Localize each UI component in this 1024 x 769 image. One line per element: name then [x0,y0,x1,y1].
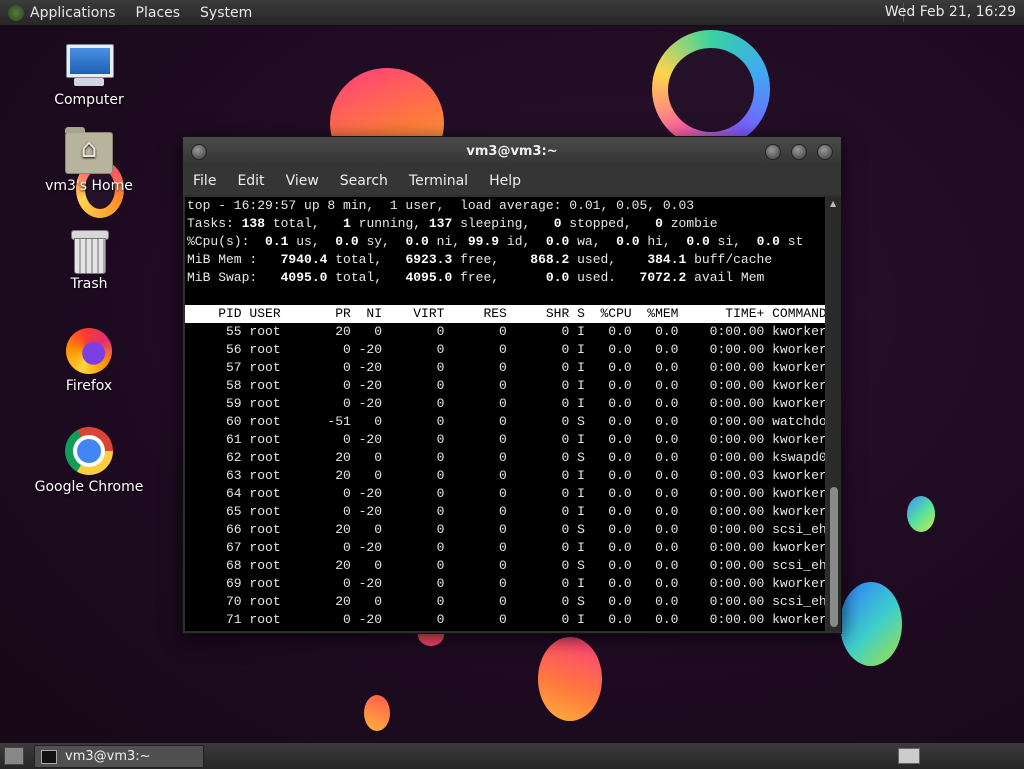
wallpaper-orange-blob [364,695,390,731]
top-summary: top - 16:29:57 up 8 min, 1 user, load av… [187,198,804,285]
wallpaper-orange-blob [538,637,602,721]
table-row: 59 root 0 -20 0 0 0 I 0.0 0.0 0:00.00 kw… [187,396,825,411]
menu-file[interactable]: File [193,173,216,189]
menu-search[interactable]: Search [340,173,388,189]
table-row: 63 root 20 0 0 0 0 I 0.0 0.0 0:00.03 kwo… [187,468,825,483]
terminal-window[interactable]: vm3@vm3:~ File Edit View Search Terminal… [182,136,842,634]
close-button[interactable] [817,144,833,160]
table-row: 60 root -51 0 0 0 0 S 0.0 0.0 0:00.00 wa… [187,414,825,429]
home-folder-icon [65,127,113,174]
process-table: 55 root 20 0 0 0 0 I 0.0 0.0 0:00.00 kwo… [185,323,825,629]
bottom-panel: vm3@vm3:~ [0,742,1024,769]
table-row: 66 root 20 0 0 0 0 S 0.0 0.0 0:00.00 scs… [187,522,825,537]
table-row: 62 root 20 0 0 0 0 S 0.0 0.0 0:00.00 ksw… [187,450,825,465]
desktop-icon-label: vm3's Home [45,178,133,194]
applications-menu[interactable]: Applications [30,5,116,21]
clock[interactable]: Wed Feb 21, 16:29 [885,4,1016,20]
minimize-button[interactable] [765,144,781,160]
window-titlebar[interactable]: vm3@vm3:~ [183,137,841,167]
table-row: 69 root 0 -20 0 0 0 I 0.0 0.0 0:00.00 kw… [187,576,825,591]
desktop-icon-home[interactable]: vm3's Home [34,127,144,194]
menu-view[interactable]: View [286,173,319,189]
table-row: 55 root 20 0 0 0 0 I 0.0 0.0 0:00.00 kwo… [187,324,825,339]
table-row: 56 root 0 -20 0 0 0 I 0.0 0.0 0:00.00 kw… [187,342,825,357]
menu-help[interactable]: Help [489,173,521,189]
table-row: 70 root 20 0 0 0 0 S 0.0 0.0 0:00.00 scs… [187,594,825,609]
blank-line [185,287,825,305]
system-menu[interactable]: System [200,5,252,21]
table-row: 58 root 0 -20 0 0 0 I 0.0 0.0 0:00.00 kw… [187,378,825,393]
show-desktop-icon[interactable] [4,747,24,765]
places-menu[interactable]: Places [136,5,181,21]
chrome-icon [65,427,113,475]
terminal-menubar: File Edit View Search Terminal Help [183,167,841,195]
trash-icon [71,230,109,274]
taskbar-item-terminal[interactable]: vm3@vm3:~ [34,745,204,768]
desktop-icon-label: Firefox [65,378,113,394]
wallpaper-blue-blob [840,582,902,666]
table-row: 71 root 0 -20 0 0 0 I 0.0 0.0 0:00.00 kw… [187,612,825,627]
wallpaper-blue-blob [907,496,935,532]
workspace-switcher[interactable] [898,748,920,764]
terminal-icon [41,749,57,764]
table-row: 61 root 0 -20 0 0 0 I 0.0 0.0 0:00.00 kw… [187,432,825,447]
desktop-icon-computer[interactable]: Computer [34,44,144,108]
top-panel: Applications Places System Wed Feb 21, 1… [0,0,1024,26]
desktop-icon-trash[interactable]: Trash [34,230,144,292]
computer-icon [64,44,114,88]
desktop-icon-label: Computer [54,92,124,108]
scroll-up-arrow-icon[interactable]: ▲ [830,199,836,208]
window-menu-button[interactable] [191,144,207,160]
table-row: 68 root 20 0 0 0 0 S 0.0 0.0 0:00.00 scs… [187,558,825,573]
menu-terminal[interactable]: Terminal [409,173,468,189]
scrollbar-thumb[interactable] [830,487,838,627]
menu-edit[interactable]: Edit [237,173,264,189]
window-title: vm3@vm3:~ [466,144,558,159]
desktop-icon-firefox[interactable]: Firefox [34,328,144,394]
taskbar-item-label: vm3@vm3:~ [65,749,151,764]
table-row: 65 root 0 -20 0 0 0 I 0.0 0.0 0:00.00 kw… [187,504,825,519]
desktop-icon-label: Trash [70,276,108,292]
table-row: 57 root 0 -20 0 0 0 I 0.0 0.0 0:00.00 kw… [187,360,825,375]
wallpaper-rainbow-ring [652,30,770,148]
terminal-scrollbar[interactable]: ▲ [827,197,841,631]
terminal-output[interactable]: top - 16:29:57 up 8 min, 1 user, load av… [185,197,825,631]
desktop-icon-label: Google Chrome [34,479,144,495]
process-table-header: PID USER PR NI VIRT RES SHR S %CPU %MEM … [185,305,825,323]
firefox-icon [66,328,112,374]
table-row: 64 root 0 -20 0 0 0 I 0.0 0.0 0:00.00 kw… [187,486,825,501]
desktop-icon-chrome[interactable]: Google Chrome [34,427,144,495]
maximize-button[interactable] [791,144,807,160]
table-row: 67 root 0 -20 0 0 0 I 0.0 0.0 0:00.00 kw… [187,540,825,555]
distro-logo-icon[interactable] [8,4,24,21]
